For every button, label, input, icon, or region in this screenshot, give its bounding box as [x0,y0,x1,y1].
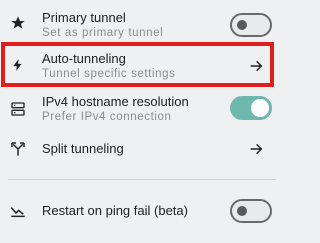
setting-subtitle: Tunnel specific settings [42,68,176,80]
star-icon [9,14,27,32]
divider [8,179,276,180]
setting-row-auto-tunneling[interactable]: Auto-tunneling Tunnel specific settings [0,46,276,84]
primary-tunnel-toggle[interactable] [230,13,272,37]
setting-title: Auto-tunneling [42,51,126,66]
split-icon [9,140,27,158]
restart-on-ping-fail-toggle[interactable] [230,199,272,223]
ping-icon [9,202,27,220]
setting-title: IPv4 hostname resolution [42,94,189,109]
toggle-knob [237,206,247,216]
bolt-icon [9,56,27,74]
toggle-knob [237,20,247,30]
ipv4-resolution-toggle[interactable] [230,96,272,120]
setting-row-ipv4-resolution[interactable]: IPv4 hostname resolution Prefer IPv4 con… [0,90,276,128]
setting-title: Split tunneling [42,141,124,156]
setting-row-split-tunneling[interactable]: Split tunneling [0,132,276,166]
setting-title: Restart on ping fail (beta) [42,203,188,218]
arrow-right-icon[interactable] [248,141,264,157]
setting-title: Primary tunnel [42,10,126,25]
setting-subtitle: Prefer IPv4 connection [42,111,172,123]
toggle-knob [251,99,269,117]
setting-row-primary-tunnel[interactable]: Primary tunnel Set as primary tunnel [0,4,276,42]
setting-row-restart-on-ping-fail[interactable]: Restart on ping fail (beta) [0,194,276,228]
arrow-right-icon[interactable] [248,58,264,74]
server-icon [9,100,27,118]
setting-subtitle: Set as primary tunnel [42,27,164,39]
